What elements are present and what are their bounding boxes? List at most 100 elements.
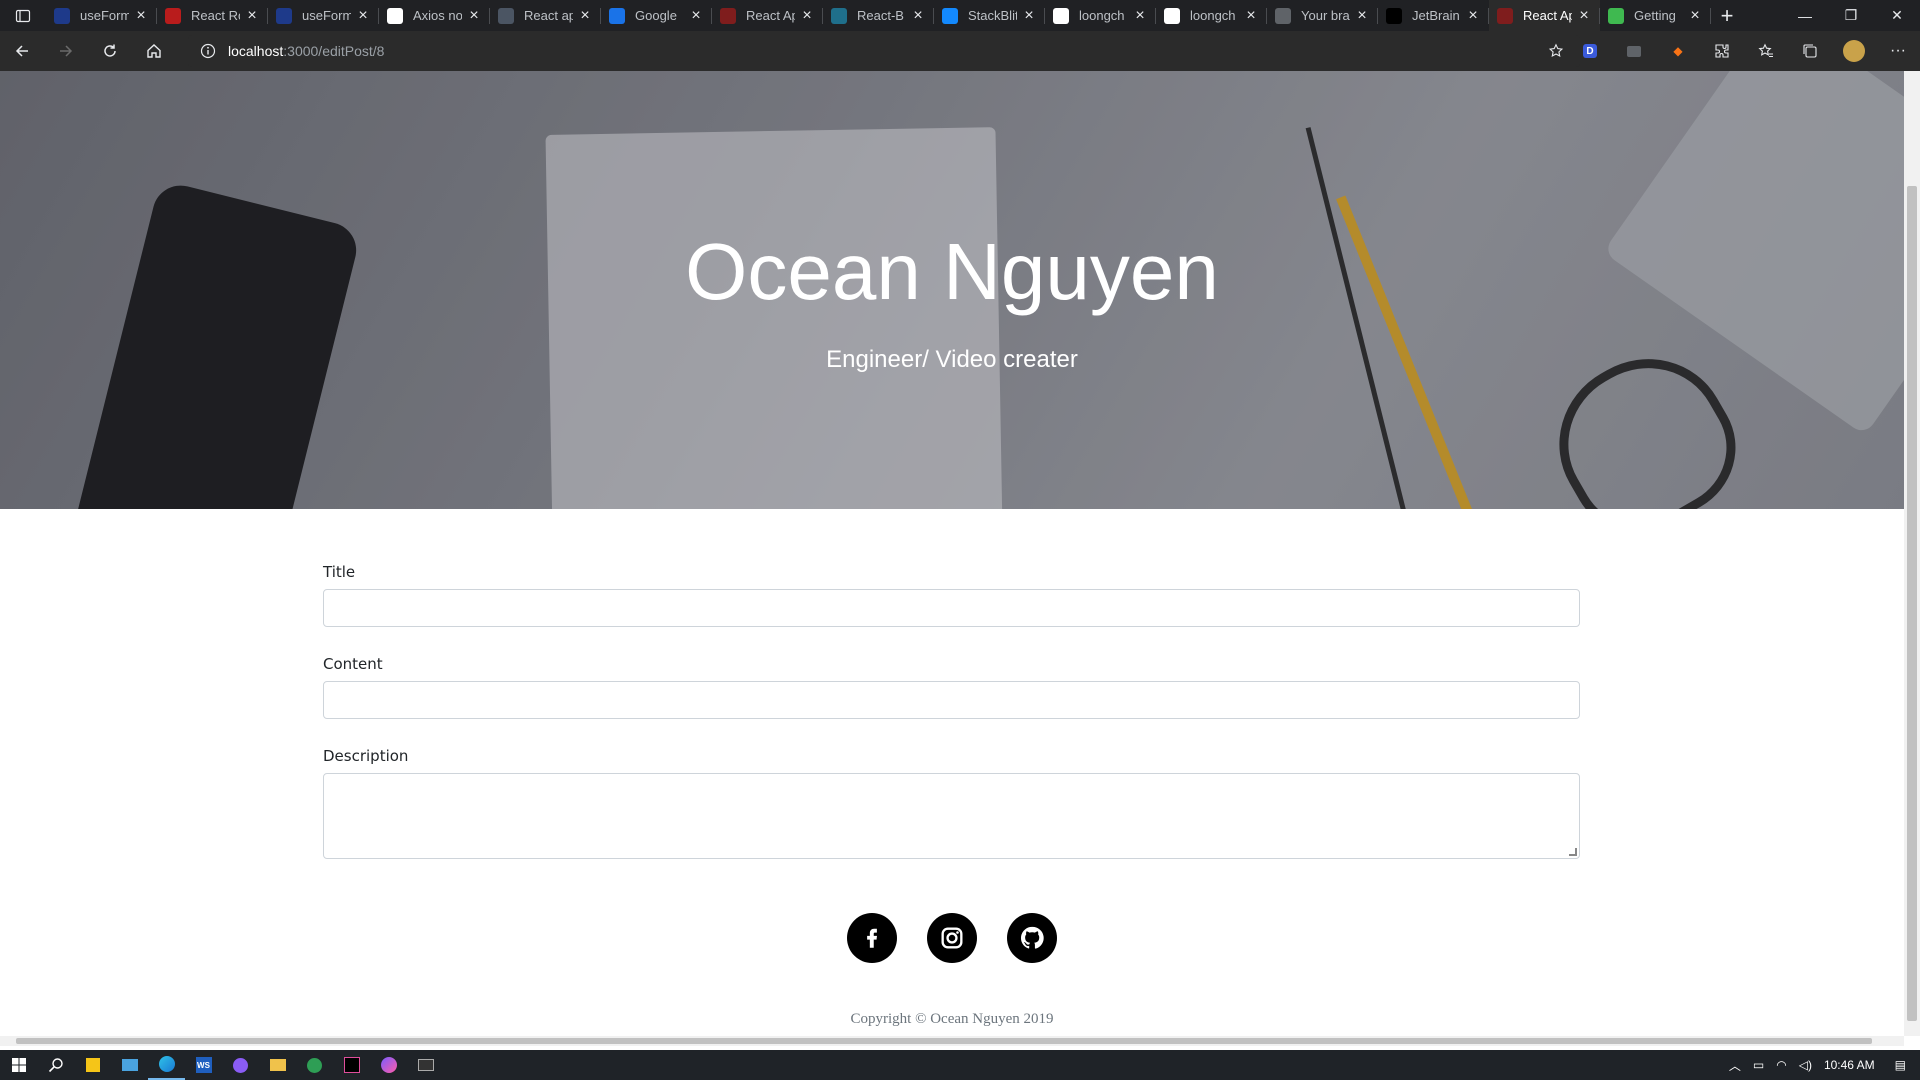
horizontal-scroll-thumb[interactable] [16, 1038, 1872, 1044]
tab-label: useForm [80, 8, 129, 23]
restore-button[interactable]: ❐ [1828, 0, 1874, 31]
browser-tab[interactable]: React Ro × [157, 0, 268, 31]
tab-close-icon[interactable]: × [1021, 7, 1037, 24]
tab-close-icon[interactable]: × [1243, 7, 1259, 24]
terminal-app-icon[interactable] [296, 1050, 333, 1080]
browser-tab[interactable]: loongch × [1156, 0, 1267, 31]
tab-label: Your bra [1301, 8, 1350, 23]
new-tab-button[interactable]: + [1711, 0, 1743, 31]
tab-favicon-icon [1053, 7, 1069, 24]
tab-close-icon[interactable]: × [355, 7, 371, 24]
favorites-icon[interactable] [1744, 31, 1788, 71]
collections-icon[interactable] [1788, 31, 1832, 71]
tab-favicon-icon [609, 7, 625, 24]
extensions-puzzle-icon[interactable] [1700, 31, 1744, 71]
forward-button[interactable] [44, 35, 88, 67]
tab-close-icon[interactable]: × [1576, 7, 1592, 24]
tab-label: React-B [857, 8, 904, 23]
github-desktop-icon[interactable] [222, 1050, 259, 1080]
page-viewport: Ocean Nguyen Engineer/ Video creater Tit… [0, 71, 1904, 1036]
command-prompt-icon[interactable] [407, 1050, 444, 1080]
clock[interactable]: 10:46 AM [1818, 1058, 1881, 1072]
close-window-button[interactable]: ✕ [1874, 0, 1920, 31]
horizontal-scrollbar[interactable] [0, 1036, 1904, 1046]
sticky-notes-icon[interactable] [74, 1050, 111, 1080]
search-icon[interactable] [37, 1050, 74, 1080]
home-button[interactable] [132, 35, 176, 67]
title-label: Title [323, 563, 356, 581]
site-info-icon[interactable] [200, 43, 216, 59]
tab-close-icon[interactable]: × [910, 7, 926, 24]
desktop-app-icon[interactable] [111, 1050, 148, 1080]
description-textarea[interactable] [323, 773, 1580, 859]
window-controls: — ❐ ✕ [1782, 0, 1920, 31]
browser-tab[interactable]: loongch × [1045, 0, 1156, 31]
browser-tab[interactable]: React-B × [823, 0, 934, 31]
tab-close-icon[interactable]: × [1465, 7, 1481, 24]
address-bar[interactable]: localhost:3000/editPost/8 [188, 35, 1580, 67]
tab-actions-button[interactable] [0, 0, 46, 31]
browser-toolbar: localhost:3000/editPost/8 D ◆ ··· [0, 31, 1920, 71]
browser-tab[interactable]: Axios no × [379, 0, 490, 31]
vertical-scrollbar[interactable] [1904, 71, 1920, 1036]
tab-favicon-icon [54, 7, 70, 24]
browser-tab[interactable]: React Ap × [712, 0, 823, 31]
extensions-area: D ◆ ··· [1568, 31, 1920, 71]
back-arrow-icon [15, 45, 28, 57]
browser-tab[interactable]: useForm × [268, 0, 379, 31]
browser-tab-strip: useForm × React Ro × useForm × Axios no × React … [0, 0, 1920, 31]
browser-tab[interactable]: Your bra × [1267, 0, 1378, 31]
windows-taskbar: WS ︿ ▭ ◠ ◁) 10:46 AM ▤ [0, 1050, 1920, 1080]
tab-close-icon[interactable]: × [133, 7, 149, 24]
browser-tab[interactable]: useForm × [46, 0, 157, 31]
browser-tab[interactable]: Getting × [1600, 0, 1711, 31]
browser-tab[interactable]: React Ap × [1489, 0, 1600, 31]
refresh-button[interactable] [88, 35, 132, 67]
tab-close-icon[interactable]: × [1132, 7, 1148, 24]
tab-close-icon[interactable]: × [577, 7, 593, 24]
github-icon[interactable] [1007, 913, 1057, 963]
add-favorite-icon[interactable] [1548, 43, 1564, 64]
resize-grip-icon[interactable] [1569, 848, 1577, 856]
notifications-icon[interactable]: ▤ [1881, 1058, 1920, 1072]
chevron-up-icon[interactable]: ︿ [1723, 1057, 1747, 1074]
edge-browser-icon[interactable] [148, 1050, 185, 1080]
wifi-icon[interactable]: ◠ [1770, 1058, 1792, 1072]
content-input[interactable] [323, 681, 1580, 719]
profile-avatar[interactable] [1832, 31, 1876, 71]
tab-close-icon[interactable]: × [466, 7, 482, 24]
url-host: localhost [228, 43, 284, 59]
browser-tab[interactable]: StackBlit × [934, 0, 1045, 31]
volume-icon[interactable]: ◁) [1793, 1058, 1818, 1072]
battery-icon[interactable]: ▭ [1747, 1058, 1770, 1072]
facebook-icon[interactable] [847, 913, 897, 963]
extension-d-icon[interactable]: D [1568, 31, 1612, 71]
tab-close-icon[interactable]: × [688, 7, 704, 24]
vertical-scroll-thumb[interactable] [1907, 186, 1917, 1021]
forward-arrow-icon [60, 45, 73, 57]
tab-close-icon[interactable]: × [244, 7, 260, 24]
tab-close-icon[interactable]: × [799, 7, 815, 24]
tab-label: loongch [1190, 8, 1236, 23]
browser-tab[interactable]: JetBrain × [1378, 0, 1489, 31]
file-explorer-icon[interactable] [259, 1050, 296, 1080]
extension-media-icon[interactable] [1612, 31, 1656, 71]
messenger-icon[interactable] [370, 1050, 407, 1080]
browser-tab[interactable]: React ap × [490, 0, 601, 31]
description-label: Description [323, 747, 409, 765]
start-button[interactable] [0, 1050, 37, 1080]
intellij-icon[interactable] [333, 1050, 370, 1080]
more-menu-icon[interactable]: ··· [1876, 31, 1920, 71]
extension-orange-icon[interactable]: ◆ [1656, 31, 1700, 71]
tab-favicon-icon [165, 7, 181, 24]
social-links [0, 913, 1904, 963]
webstorm-icon[interactable]: WS [185, 1050, 222, 1080]
tab-close-icon[interactable]: × [1354, 7, 1370, 24]
title-input[interactable] [323, 589, 1580, 627]
back-button[interactable] [0, 35, 44, 67]
instagram-icon[interactable] [927, 913, 977, 963]
tab-close-icon[interactable]: × [1687, 7, 1703, 24]
minimize-button[interactable]: — [1782, 0, 1828, 31]
browser-tab[interactable]: Google × [601, 0, 712, 31]
tab-label: React Ap [1523, 8, 1572, 23]
